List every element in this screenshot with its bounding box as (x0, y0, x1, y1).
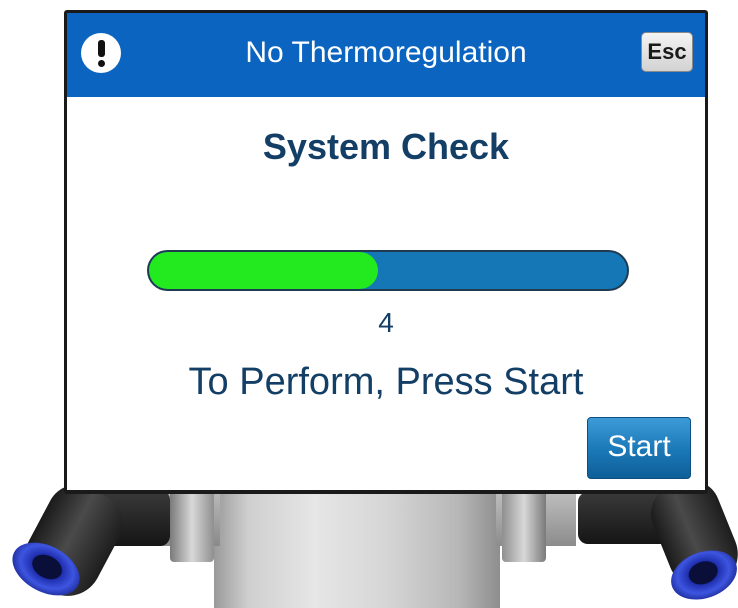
housing-ring-right (502, 490, 546, 562)
header-title: No Thermoregulation (245, 36, 527, 69)
device-screen: No Thermoregulation Esc System Check 4 T… (64, 10, 708, 494)
screen-panel: No Thermoregulation Esc System Check 4 T… (67, 13, 705, 490)
exclamation-dot (98, 60, 105, 67)
esc-button[interactable]: Esc (641, 32, 693, 72)
step-counter: 4 (378, 307, 394, 338)
progress-fill (149, 252, 379, 289)
exclamation-bar (98, 40, 105, 57)
progress-bar (147, 250, 629, 291)
status-header: No Thermoregulation Esc (67, 13, 705, 97)
page-title: System Check (262, 126, 510, 167)
housing-ring-left (170, 490, 214, 562)
alert-exclamation-icon (81, 33, 121, 73)
instruction-text: To Perform, Press Start (188, 361, 584, 403)
start-button[interactable]: Start (587, 417, 691, 479)
